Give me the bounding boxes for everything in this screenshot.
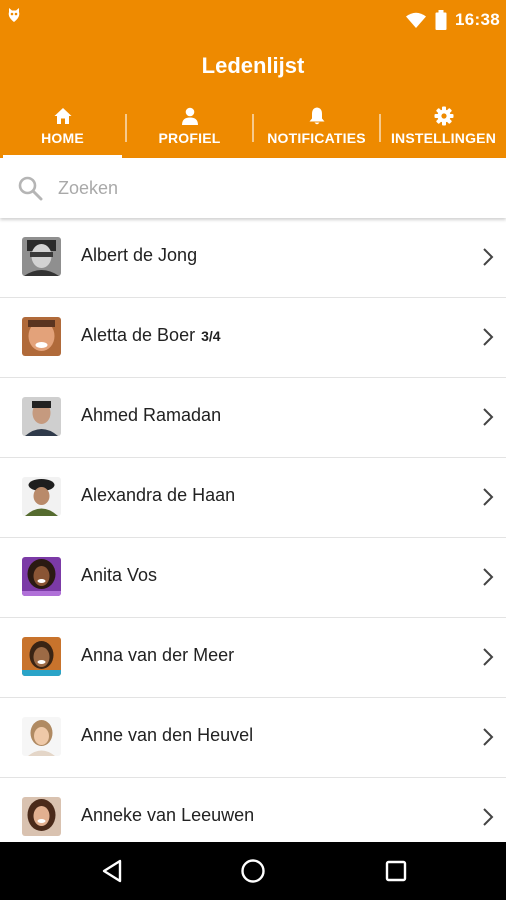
page-title: Ledenlijst [201,53,305,78]
member-name: Ahmed Ramadan [81,405,222,425]
search-input[interactable] [58,171,478,205]
list-item[interactable]: Ahmed Ramadan [0,378,506,458]
chevron-right-icon [483,648,494,666]
status-bar: 16:38 [0,0,506,40]
avatar [22,397,61,436]
member-list: Albert de Jong Aletta de Boer 3/4 Ahmed R… [0,218,506,842]
app-bar: Ledenlijst HOME PROFIEL NOTIFICATIES INS… [0,40,506,158]
gear-icon [434,106,453,126]
list-item[interactable]: Aletta de Boer 3/4 [0,298,506,378]
app-notification-icon [8,8,20,22]
chevron-right-icon [483,408,494,426]
battery-icon [435,10,447,30]
member-name: Aletta de Boer 3/4 [81,325,221,345]
avatar [22,717,61,756]
member-name: Anita Vos [81,565,158,585]
member-name: Albert de Jong [81,245,198,265]
avatar [22,317,61,356]
list-item[interactable]: Anneke van Leeuwen [0,778,506,842]
wifi-icon [406,12,427,28]
avatar [22,237,61,276]
tab-notificaties[interactable]: NOTIFICATIES [254,102,379,158]
recents-icon [385,860,407,882]
back-button[interactable] [82,842,142,900]
tab-notificaties-label: NOTIFICATIES [267,130,366,146]
chevron-right-icon [483,248,494,266]
member-name: Anne van den Heuvel [81,725,254,745]
list-item[interactable]: Albert de Jong [0,218,506,298]
list-item[interactable]: Anna van der Meer [0,618,506,698]
avatar [22,637,61,676]
tab-home-label: HOME [41,130,84,146]
tab-instellingen-label: INSTELLINGEN [390,130,497,146]
back-icon [102,859,122,883]
list-item[interactable]: Anita Vos [0,538,506,618]
avatar [22,557,61,596]
member-name: Anneke van Leeuwen [81,805,255,825]
chevron-right-icon [483,808,494,826]
home-nav-button[interactable] [223,842,283,900]
chevron-right-icon [483,328,494,346]
chevron-right-icon [483,728,494,746]
list-item[interactable]: Alexandra de Haan [0,458,506,538]
tab-profiel-label: PROFIEL [158,130,221,146]
status-time: 16:38 [455,10,500,29]
member-name: Alexandra de Haan [81,485,236,505]
bell-icon [309,107,324,125]
system-nav-bar [0,842,506,900]
avatar [22,797,61,836]
tab-instellingen[interactable]: INSTELLINGEN [381,102,506,158]
person-icon [181,107,198,125]
member-badge: 3/4 [201,328,221,344]
member-name: Anna van der Meer [81,645,235,665]
chevron-right-icon [483,488,494,506]
avatar [22,477,61,516]
chevron-right-icon [483,568,494,586]
search-bar [0,158,506,218]
tab-home[interactable]: HOME [0,102,125,158]
list-item[interactable]: Anne van den Heuvel [0,698,506,778]
tab-profiel[interactable]: PROFIEL [127,102,252,158]
home-icon [54,108,71,124]
search-icon [18,176,43,201]
recents-button[interactable] [366,842,426,900]
tab-bar: HOME PROFIEL NOTIFICATIES INSTELLINGEN [0,102,506,158]
home-circle-icon [241,859,265,883]
